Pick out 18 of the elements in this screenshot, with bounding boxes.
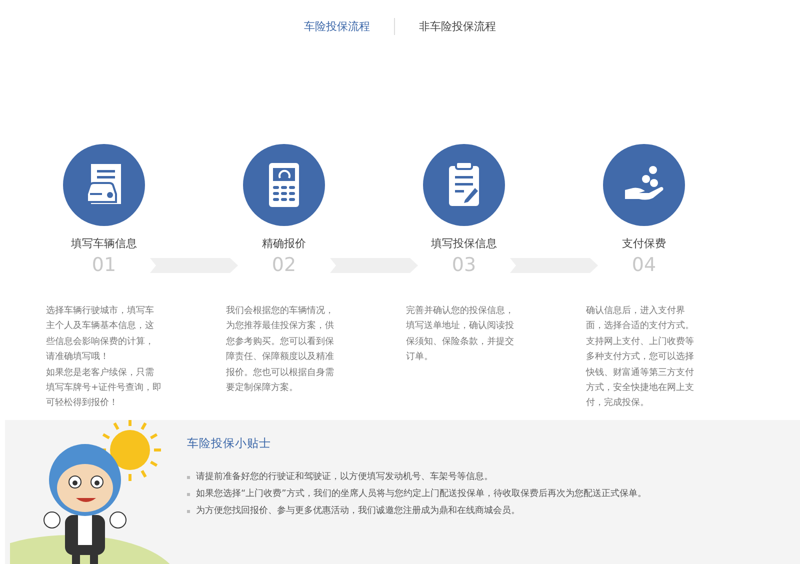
tips-title: 车险投保小贴士 xyxy=(187,436,272,451)
step-description: 完善并确认您的投保信息，填写送单地址，确认阅读投保须知、保险条款，并提交订单。 xyxy=(406,304,515,364)
tab[interactable]: 非车险投保流程 xyxy=(419,19,496,34)
bullet-icon xyxy=(187,510,190,513)
step-title: 填写车辆信息 xyxy=(71,236,137,251)
tip-text: 为方便您找回报价、参与更多优惠活动，我们诚邀您注册成为鼎和在线商城会员。 xyxy=(196,504,520,518)
tip-text: 请提前准备好您的行驶证和驾驶证，以方便填写发动机号、车架号等信息。 xyxy=(196,470,493,484)
bullet-icon xyxy=(187,476,190,479)
tab[interactable]: 车险投保流程 xyxy=(304,19,370,34)
step-title: 支付保费 xyxy=(622,236,666,251)
tip-text: 如果您选择“上门收费”方式，我们的坐席人员将与您约定上门配送投保单，待收取保费后再次为您配送正式保单。 xyxy=(196,488,646,501)
step-description: 确认信息后，进入支付界面，选择合适的支付方式。支持网上支付、上门收费等多种支付方式，您可以选择快钱、财富通等第三方支付方式，安全快捷地在网上支付，完成投保。 xyxy=(586,304,695,410)
step-title: 填写投保信息 xyxy=(431,236,497,251)
step-description: 我们会根据您的车辆情况，为您推荐最佳投保方案，供您参考购买。您可以看到保障责任、保障额度以及精准报价。您也可以根据自身需要定制保障方案。 xyxy=(226,304,335,396)
step-description: 选择车辆行驶城市，填写车主个人及车辆基本信息，这些信息会影响保费的计算，请准确填写哦！ xyxy=(46,304,155,364)
step-description: 如果您是老客户续保，只需填写车牌号+证件号查询，即可轻松得到报价！ xyxy=(46,366,162,410)
bullet-icon xyxy=(187,492,190,496)
step-title: 精确报价 xyxy=(262,236,306,251)
